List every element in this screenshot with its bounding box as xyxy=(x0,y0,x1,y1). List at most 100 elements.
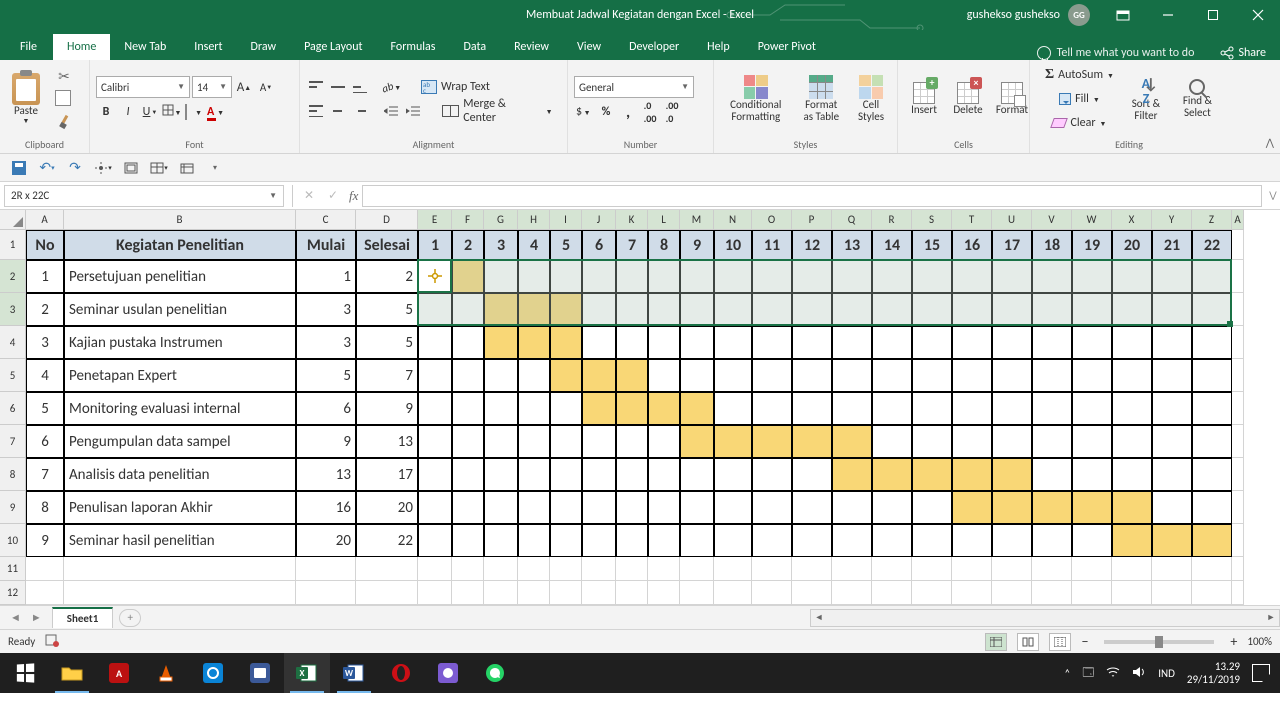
cell[interactable] xyxy=(1152,557,1192,581)
row-header[interactable]: 3 xyxy=(0,293,26,326)
cell[interactable] xyxy=(582,524,616,557)
cell[interactable] xyxy=(452,581,484,605)
cell[interactable] xyxy=(992,392,1032,425)
cell[interactable] xyxy=(752,293,792,326)
cell[interactable]: 16 xyxy=(952,230,992,260)
cell[interactable] xyxy=(752,557,792,581)
cell[interactable]: 3 xyxy=(26,326,64,359)
cell[interactable]: 12 xyxy=(792,230,832,260)
column-header[interactable]: C xyxy=(296,210,356,230)
cell[interactable] xyxy=(714,326,752,359)
cell[interactable]: 17 xyxy=(356,458,418,491)
column-header[interactable]: T xyxy=(952,210,992,230)
cell[interactable] xyxy=(452,359,484,392)
cell[interactable] xyxy=(1232,491,1244,524)
cell[interactable] xyxy=(952,524,992,557)
cell[interactable] xyxy=(872,359,912,392)
cell[interactable] xyxy=(832,392,872,425)
qat-button-6[interactable]: ▾ xyxy=(148,157,170,179)
cell[interactable] xyxy=(752,392,792,425)
system-tray[interactable]: ˄ 🗔 IND 13.2929/11/2019 xyxy=(1056,660,1278,686)
percent-button[interactable]: % xyxy=(596,102,616,122)
cell[interactable] xyxy=(418,392,452,425)
tab-formulas[interactable]: Formulas xyxy=(377,34,450,60)
column-header[interactable]: H xyxy=(518,210,550,230)
cell[interactable] xyxy=(714,581,752,605)
cell[interactable] xyxy=(792,326,832,359)
cell[interactable] xyxy=(680,326,714,359)
cell[interactable] xyxy=(452,524,484,557)
cell[interactable] xyxy=(992,425,1032,458)
cell[interactable] xyxy=(648,359,680,392)
cell[interactable] xyxy=(752,425,792,458)
cell[interactable]: 15 xyxy=(912,230,952,260)
worksheet-grid[interactable]: ABCDEFGHIJKLMNOPQRSTUVWXYZA 1NoKegiatan … xyxy=(0,210,1280,605)
find-select-button[interactable]: Find & Select xyxy=(1173,77,1222,121)
cell[interactable] xyxy=(1192,326,1232,359)
cell[interactable] xyxy=(952,458,992,491)
cell[interactable] xyxy=(792,458,832,491)
select-all-corner[interactable] xyxy=(0,210,26,230)
cell[interactable] xyxy=(992,359,1032,392)
cell[interactable] xyxy=(550,524,582,557)
cell[interactable] xyxy=(1072,425,1112,458)
increase-font-button[interactable]: A▲ xyxy=(234,77,254,97)
tab-power-pivot[interactable]: Power Pivot xyxy=(744,34,830,60)
cell[interactable]: 17 xyxy=(992,230,1032,260)
cell[interactable] xyxy=(518,293,550,326)
fill-color-button[interactable]: ▼ xyxy=(184,102,204,122)
cell[interactable] xyxy=(550,581,582,605)
cell[interactable] xyxy=(1232,581,1244,605)
cell[interactable] xyxy=(582,392,616,425)
cell[interactable] xyxy=(1152,392,1192,425)
cell[interactable] xyxy=(1032,581,1072,605)
cell[interactable] xyxy=(484,581,518,605)
cell[interactable] xyxy=(484,491,518,524)
conditional-formatting-button[interactable]: Conditional Formatting xyxy=(720,73,792,125)
qat-button-7[interactable] xyxy=(176,157,198,179)
cell[interactable] xyxy=(912,359,952,392)
cell[interactable] xyxy=(418,491,452,524)
cell[interactable] xyxy=(1232,359,1244,392)
taskbar-acrobat[interactable]: A xyxy=(96,653,142,693)
cell[interactable] xyxy=(550,392,582,425)
cell[interactable] xyxy=(616,425,648,458)
row-header[interactable]: 10 xyxy=(0,524,26,557)
cell[interactable] xyxy=(832,524,872,557)
taskbar-excel[interactable]: X xyxy=(284,653,330,693)
cell[interactable]: Monitoring evaluasi internal xyxy=(64,392,296,425)
cell[interactable] xyxy=(1072,359,1112,392)
cell[interactable] xyxy=(1192,581,1232,605)
qat-redo-button[interactable]: ↷ xyxy=(64,157,86,179)
cell[interactable]: Mulai xyxy=(296,230,356,260)
cell[interactable] xyxy=(714,359,752,392)
cell[interactable]: 5 xyxy=(356,326,418,359)
increase-decimal-button[interactable]: .0.00 xyxy=(640,102,660,122)
cell[interactable] xyxy=(484,392,518,425)
cell[interactable] xyxy=(518,524,550,557)
cancel-formula-button[interactable]: ✕ xyxy=(297,185,321,207)
cell[interactable]: 2 xyxy=(26,293,64,326)
cell[interactable]: 6 xyxy=(296,392,356,425)
page-layout-view-button[interactable] xyxy=(1017,633,1039,651)
cell[interactable] xyxy=(1232,458,1244,491)
cell[interactable] xyxy=(872,557,912,581)
qat-button-5[interactable] xyxy=(120,157,142,179)
cell[interactable] xyxy=(952,293,992,326)
tab-review[interactable]: Review xyxy=(500,34,563,60)
cell[interactable] xyxy=(872,581,912,605)
column-header[interactable]: S xyxy=(912,210,952,230)
cell[interactable]: 19 xyxy=(1072,230,1112,260)
cell[interactable] xyxy=(792,293,832,326)
align-left-button[interactable] xyxy=(306,101,326,121)
column-header[interactable]: Z xyxy=(1192,210,1232,230)
enter-formula-button[interactable]: ✓ xyxy=(321,185,345,207)
cell[interactable] xyxy=(992,557,1032,581)
normal-view-button[interactable] xyxy=(985,633,1007,651)
tray-notifications-icon[interactable] xyxy=(1252,664,1270,682)
cell[interactable]: 3 xyxy=(296,293,356,326)
cell[interactable] xyxy=(952,491,992,524)
cell[interactable] xyxy=(1112,581,1152,605)
column-header[interactable]: X xyxy=(1112,210,1152,230)
qat-undo-button[interactable]: ↶▾ xyxy=(36,157,58,179)
